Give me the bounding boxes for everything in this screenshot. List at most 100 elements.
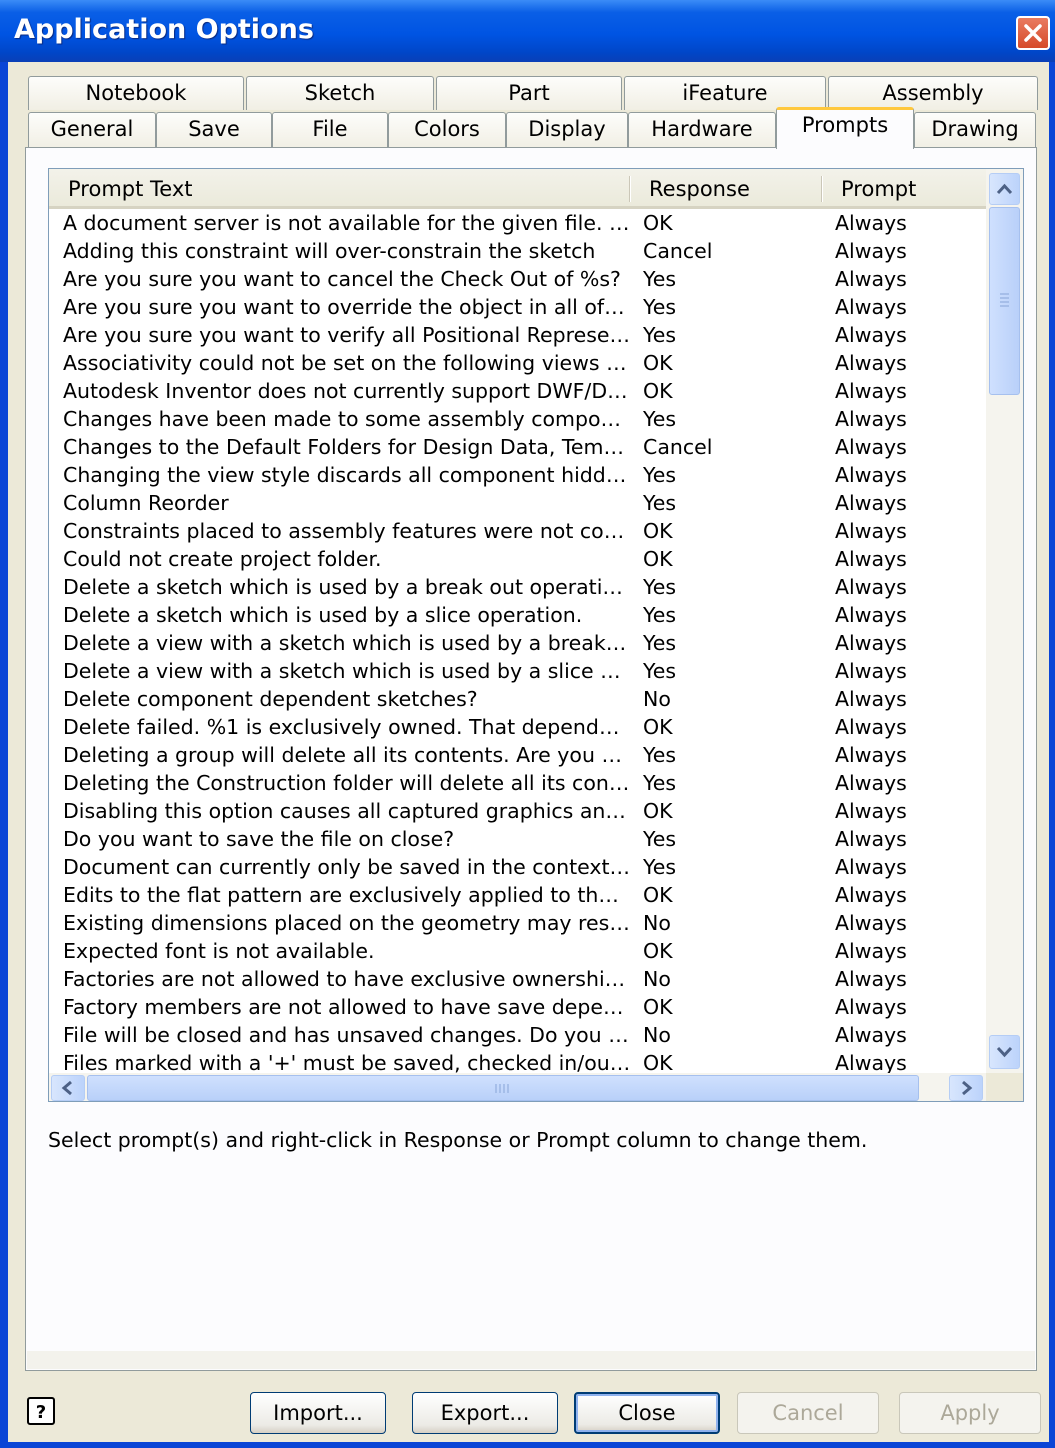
table-row[interactable]: Delete a view with a sketch which is use…: [49, 629, 986, 657]
table-row[interactable]: Could not create project folder. OK Always: [49, 545, 986, 573]
scroll-left-button[interactable]: [51, 1075, 85, 1101]
table-row[interactable]: Factory members are not allowed to have …: [49, 993, 986, 1021]
response-cell: OK: [643, 799, 673, 823]
column-divider[interactable]: [629, 176, 631, 202]
vertical-scroll-thumb[interactable]: [989, 207, 1020, 395]
prompt-text-cell: Document can currently only be saved in …: [63, 855, 631, 879]
prompt-cell: Always: [835, 631, 907, 655]
table-row[interactable]: Are you sure you want to override the ob…: [49, 293, 986, 321]
response-cell: Yes: [643, 491, 677, 515]
prompt-text-cell: A document server is not available for t…: [63, 211, 631, 235]
table-row[interactable]: Deleting a group will delete all its con…: [49, 741, 986, 769]
table-row[interactable]: Expected font is not available. OK Always: [49, 937, 986, 965]
prompt-text-cell: Associativity could not be set on the fo…: [63, 351, 631, 375]
prompt-cell: Always: [835, 771, 907, 795]
horizontal-scroll-thumb[interactable]: [87, 1075, 919, 1101]
table-row[interactable]: Do you want to save the file on close? Ye…: [49, 825, 986, 853]
table-row[interactable]: Adding this constraint will over-constra…: [49, 237, 986, 265]
prompts-list[interactable]: Prompt Text Response Prompt A document s…: [48, 168, 1024, 1102]
table-row[interactable]: Are you sure you want to verify all Posi…: [49, 321, 986, 349]
list-rows: A document server is not available for t…: [49, 209, 986, 1073]
prompt-cell: Always: [835, 603, 907, 627]
table-row[interactable]: Factories are not allowed to have exclus…: [49, 965, 986, 993]
table-row[interactable]: Changes to the Default Folders for Desig…: [49, 433, 986, 461]
table-row[interactable]: Are you sure you want to cancel the Chec…: [49, 265, 986, 293]
table-row[interactable]: Edits to the flat pattern are exclusivel…: [49, 881, 986, 909]
table-row[interactable]: Changing the view style discards all com…: [49, 461, 986, 489]
table-row[interactable]: Document can currently only be saved in …: [49, 853, 986, 881]
response-cell: Yes: [643, 659, 677, 683]
table-row[interactable]: Deleting the Construction folder will de…: [49, 769, 986, 797]
scroll-down-button[interactable]: [989, 1035, 1020, 1069]
table-row[interactable]: Associativity could not be set on the fo…: [49, 349, 986, 377]
tab-hardware[interactable]: Hardware: [628, 112, 776, 148]
prompt-text-cell: Edits to the flat pattern are exclusivel…: [63, 883, 631, 907]
prompt-cell: Always: [835, 519, 907, 543]
tab-file[interactable]: File: [272, 112, 388, 148]
response-cell: OK: [643, 211, 673, 235]
table-row[interactable]: Existing dimensions placed on the geomet…: [49, 909, 986, 937]
tab-display[interactable]: Display: [506, 112, 628, 148]
cancel-button[interactable]: Cancel: [737, 1392, 879, 1434]
apply-button[interactable]: Apply: [899, 1392, 1041, 1434]
prompt-text-cell: Existing dimensions placed on the geomet…: [63, 911, 631, 935]
table-row[interactable]: A document server is not available for t…: [49, 209, 986, 237]
table-row[interactable]: Files marked with a '+' must be saved, c…: [49, 1049, 986, 1073]
tab-ifeature[interactable]: iFeature: [624, 76, 826, 110]
table-row[interactable]: Delete failed. %1 is exclusively owned. …: [49, 713, 986, 741]
horizontal-scrollbar[interactable]: [49, 1073, 986, 1101]
prompt-cell: Always: [835, 295, 907, 319]
table-row[interactable]: Disabling this option causes all capture…: [49, 797, 986, 825]
table-row[interactable]: Autodesk Inventor does not currently sup…: [49, 377, 986, 405]
tab-save[interactable]: Save: [156, 112, 272, 148]
tab-assembly[interactable]: Assembly: [828, 76, 1038, 110]
tab-part[interactable]: Part: [436, 76, 622, 110]
prompt-cell: Always: [835, 827, 907, 851]
title-bar[interactable]: Application Options: [0, 0, 1055, 62]
tab-sketch[interactable]: Sketch: [246, 76, 434, 110]
tab-notebook[interactable]: Notebook: [28, 76, 244, 110]
prompt-cell: Always: [835, 323, 907, 347]
prompt-cell: Always: [835, 267, 907, 291]
scroll-right-button[interactable]: [949, 1075, 983, 1101]
prompt-cell: Always: [835, 239, 907, 263]
table-row[interactable]: Delete component dependent sketches? No Al…: [49, 685, 986, 713]
vertical-scrollbar[interactable]: [986, 169, 1023, 1073]
response-cell: OK: [643, 519, 673, 543]
table-row[interactable]: Constraints placed to assembly features …: [49, 517, 986, 545]
column-header-prompt-text[interactable]: Prompt Text: [68, 169, 192, 206]
tab-prompts[interactable]: Prompts: [776, 107, 914, 149]
close-window-button[interactable]: [1016, 16, 1050, 50]
export-button[interactable]: Export...: [412, 1392, 558, 1434]
table-row[interactable]: Delete a sketch which is used by a slice…: [49, 601, 986, 629]
table-row[interactable]: Delete a view with a sketch which is use…: [49, 657, 986, 685]
help-button[interactable]: ?: [27, 1397, 55, 1425]
close-button[interactable]: Close: [574, 1392, 720, 1434]
tab-general[interactable]: General: [28, 112, 156, 148]
prompt-cell: Always: [835, 659, 907, 683]
help-icon: ?: [36, 1402, 46, 1423]
response-cell: Yes: [643, 295, 677, 319]
column-divider[interactable]: [821, 176, 823, 202]
svg-text:?: ?: [36, 1402, 46, 1423]
table-row[interactable]: Changes have been made to some assembly …: [49, 405, 986, 433]
scroll-up-button[interactable]: [989, 173, 1020, 205]
tab-colors[interactable]: Colors: [388, 112, 506, 148]
prompt-cell: Always: [835, 575, 907, 599]
column-header-prompt[interactable]: Prompt: [841, 169, 916, 206]
chevron-left-icon: [61, 1080, 72, 1096]
prompt-cell: Always: [835, 743, 907, 767]
response-cell: OK: [643, 547, 673, 571]
column-header-response[interactable]: Response: [649, 169, 750, 206]
table-row[interactable]: Column Reorder Yes Always: [49, 489, 986, 517]
table-row[interactable]: File will be closed and has unsaved chan…: [49, 1021, 986, 1049]
prompt-cell: Always: [835, 939, 907, 963]
response-cell: No: [643, 967, 671, 991]
prompt-text-cell: Constraints placed to assembly features …: [63, 519, 631, 543]
import-button[interactable]: Import...: [250, 1392, 386, 1434]
tab-drawing[interactable]: Drawing: [914, 112, 1036, 148]
table-row[interactable]: Delete a sketch which is used by a break…: [49, 573, 986, 601]
prompt-text-cell: Deleting a group will delete all its con…: [63, 743, 631, 767]
response-cell: Yes: [643, 407, 677, 431]
list-header: Prompt Text Response Prompt: [49, 169, 986, 209]
